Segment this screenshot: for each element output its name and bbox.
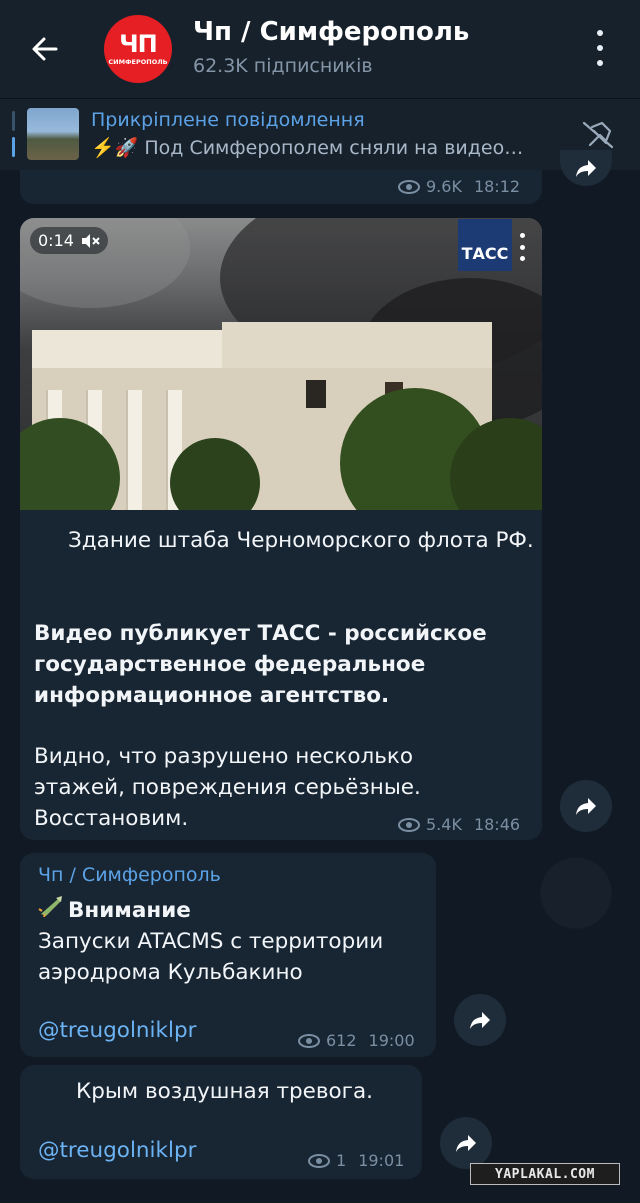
avatar-logo-subtext: СИМФЕРОПОЛЬ [108, 58, 168, 66]
message-text: Запуски ATACMS с территории аэродрома Ку… [38, 929, 384, 985]
message-meta: 9.6K 18:12 [398, 177, 520, 196]
tass-logo: ТАСС [458, 219, 512, 271]
view-count: 612 [326, 1031, 357, 1050]
back-button[interactable] [20, 24, 70, 74]
share-icon [470, 1012, 490, 1029]
message-meta: 5.4K 18:46 [398, 815, 520, 834]
eye-icon [398, 817, 420, 832]
message-text-line: Видео публикует ТАСС - российское госуда… [34, 621, 487, 708]
subscriber-count: 62.3K підписників [193, 55, 373, 77]
avatar-logo-text: ЧП [119, 30, 157, 58]
message-meta: 1 19:01 [308, 1151, 404, 1170]
video-duration: 0:14 [38, 231, 74, 250]
muted-icon [81, 233, 100, 248]
view-count: 9.6K [426, 177, 462, 196]
message-heading-text: Внимание [68, 898, 191, 923]
view-count: 1 [336, 1151, 347, 1170]
pinned-message-bar[interactable]: Прикріплене повідомлення ⚡️🚀 Под Симферо… [0, 98, 640, 170]
chat-header: ЧП СИМФЕРОПОЛЬ Чп / Симферополь 62.3K пі… [0, 0, 640, 98]
channel-title[interactable]: Чп / Симферополь [193, 17, 469, 47]
share-icon [456, 1135, 476, 1152]
message-text: Крым воздушная тревога. [76, 1079, 373, 1104]
video-menu-icon[interactable] [518, 233, 526, 261]
unpin-icon [582, 121, 614, 149]
video-duration-badge: 0:14 [30, 227, 108, 254]
channel-link[interactable]: @treugolniklpr [38, 1138, 196, 1163]
unpin-button[interactable] [578, 117, 618, 151]
message-heading: Внимание [38, 895, 428, 926]
pinned-indicator [12, 111, 15, 157]
message-text-line: Видно, что разрушено несколько этажей, п… [34, 744, 421, 831]
channel-link[interactable]: @treugolniklpr [38, 1018, 196, 1043]
message-text: Здание штаба Черноморского флота РФ. [34, 525, 534, 556]
message-time: 19:00 [368, 1031, 415, 1050]
share-button[interactable] [560, 780, 612, 832]
arrow-left-icon [32, 37, 58, 61]
watermark: YAPLAKAL.COM [470, 1163, 620, 1185]
channel-avatar[interactable]: ЧП СИМФЕРОПОЛЬ [104, 15, 172, 83]
message-time: 18:12 [473, 177, 521, 196]
message-time: 18:46 [473, 815, 521, 834]
eye-icon [398, 179, 420, 194]
message-meta: 612 19:00 [298, 1031, 415, 1050]
pinned-thumbnail [27, 108, 79, 160]
view-count: 5.4K [426, 815, 462, 834]
message-text-line: Здание штаба Черноморского флота РФ. [68, 528, 534, 553]
pinned-title: Прикріплене повідомлення [91, 109, 365, 131]
message-text-bold: Видео публикует ТАСС - российское госуда… [34, 618, 534, 711]
rocket-icon [38, 895, 68, 926]
share-button[interactable] [454, 994, 506, 1046]
eye-icon [308, 1153, 330, 1168]
pinned-text: ⚡️🚀 Под Симферополем сняли на видео… [91, 137, 524, 159]
message-time: 19:01 [358, 1151, 405, 1170]
share-icon [576, 798, 596, 815]
more-vertical-icon[interactable] [585, 30, 615, 66]
eye-icon [298, 1033, 320, 1048]
forwarded-from[interactable]: Чп / Симферополь [38, 864, 221, 886]
share-icon [576, 160, 596, 177]
share-button[interactable] [440, 1117, 492, 1169]
